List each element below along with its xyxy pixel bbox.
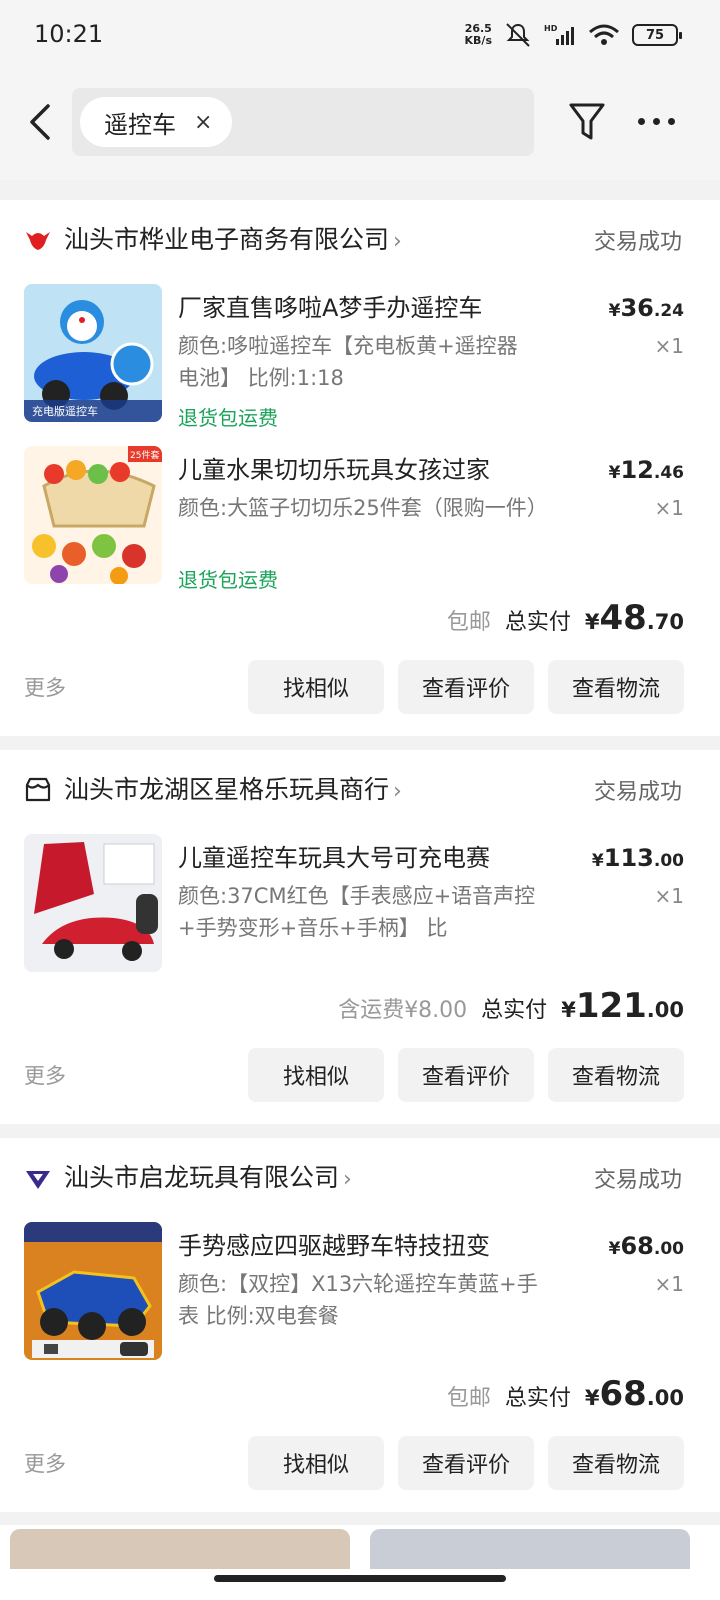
filter-icon[interactable] xyxy=(568,100,606,144)
mute-icon xyxy=(506,23,530,47)
total-amount: ¥68.00 xyxy=(584,1374,684,1414)
find-similar-button[interactable]: 找相似 xyxy=(248,1436,384,1490)
return-shipping-tag: 退货包运费 xyxy=(178,406,278,430)
chevron-right-icon: › xyxy=(393,779,402,804)
product-quantity: ×1 xyxy=(654,334,684,358)
product-spec: 颜色:【双控】X13六轮遥控车黄蓝+手表 比例:双电套餐 xyxy=(178,1272,538,1328)
chevron-right-icon: › xyxy=(393,229,402,254)
view-review-button[interactable]: 查看评价 xyxy=(398,1048,534,1102)
total-amount: ¥48.70 xyxy=(584,598,684,638)
shipping-info: 包邮 xyxy=(446,610,491,635)
product-spec: 颜色:哆啦遥控车【充电板黄+遥控器电池】 比例:1:18 xyxy=(178,334,518,390)
network-speed: 26.5 KB/s xyxy=(464,22,492,47)
product-price: ¥36.24 xyxy=(608,294,684,322)
order-item[interactable]: 25件套 儿童水果切切乐玩具女孩过家 颜色:大篮子切切乐25件套（限购一件） 退… xyxy=(0,446,720,596)
product-thumbnail[interactable]: 25件套 xyxy=(24,446,162,584)
order-status: 交易成功 xyxy=(593,780,682,805)
order-actions: 更多 找相似 查看评价 查看物流 xyxy=(0,1436,720,1492)
back-arrow-icon[interactable] xyxy=(26,102,56,142)
product-thumbnail[interactable]: 充电版遥控车 xyxy=(24,284,162,422)
more-link[interactable]: 更多 xyxy=(24,672,66,702)
svg-text:25件套: 25件套 xyxy=(130,449,159,461)
shop-name-link[interactable]: 汕头市桦业电子商务有限公司 › xyxy=(64,220,402,256)
order-card-header: 汕头市启龙玩具有限公司 › 交易成功 xyxy=(0,1138,720,1218)
product-price: ¥113.00 xyxy=(591,844,684,872)
find-similar-button[interactable]: 找相似 xyxy=(248,660,384,714)
clear-keyword-icon[interactable]: × xyxy=(194,110,212,135)
more-link[interactable]: 更多 xyxy=(24,1448,66,1478)
order-actions: 更多 找相似 查看评价 查看物流 xyxy=(0,660,720,716)
product-title[interactable]: 儿童水果切切乐玩具女孩过家 xyxy=(178,450,578,485)
wifi-icon xyxy=(589,24,619,45)
search-keyword: 遥控车 xyxy=(104,110,176,139)
shop-bull-logo-icon xyxy=(26,232,50,250)
order-total-row: 含运费¥8.00 总实付 ¥121.00 xyxy=(338,986,684,1026)
product-title[interactable]: 手势感应四驱越野车特技扭变 xyxy=(178,1226,578,1261)
return-shipping-tag: 退货包运费 xyxy=(178,568,278,592)
total-label: 总实付 xyxy=(481,998,548,1023)
product-spec: 颜色:大篮子切切乐25件套（限购一件） xyxy=(178,496,548,520)
view-logistics-button[interactable]: 查看物流 xyxy=(548,1048,684,1102)
product-quantity: ×1 xyxy=(654,496,684,520)
battery-indicator: 75 xyxy=(632,24,682,46)
product-price: ¥12.46 xyxy=(608,456,684,484)
status-icons: 26.5 KB/s HD 75 xyxy=(464,22,682,48)
view-review-button[interactable]: 查看评价 xyxy=(398,660,534,714)
order-total-row: 包邮 总实付 ¥48.70 xyxy=(447,598,684,638)
order-card-header: 汕头市桦业电子商务有限公司 › 交易成功 xyxy=(0,200,720,280)
order-item[interactable]: 手势感应四驱越野车特技扭变 颜色:【双控】X13六轮遥控车黄蓝+手表 比例:双电… xyxy=(0,1222,720,1372)
shop-name-link[interactable]: 汕头市龙湖区星格乐玩具商行 › xyxy=(64,770,402,806)
view-logistics-button[interactable]: 查看物流 xyxy=(548,1436,684,1490)
svg-text:充电版遥控车: 充电版遥控车 xyxy=(32,404,98,418)
total-amount: ¥121.00 xyxy=(561,986,684,1026)
svg-text:HD: HD xyxy=(544,24,558,33)
order-item[interactable]: 儿童遥控车玩具大号可充电赛 颜色:37CM红色【手表感应+语音声控+手势变形+音… xyxy=(0,834,720,984)
signal-hd-icon: HD xyxy=(544,24,574,45)
view-review-button[interactable]: 查看评价 xyxy=(398,1436,534,1490)
order-item[interactable]: 充电版遥控车 厂家直售哆啦A梦手办遥控车 颜色:哆啦遥控车【充电板黄+遥控器电池… xyxy=(0,284,720,434)
search-keyword-chip[interactable]: 遥控车 × xyxy=(80,97,233,147)
product-thumbnail xyxy=(370,1529,690,1569)
product-spec: 颜色:37CM红色【手表感应+语音声控+手势变形+音乐+手柄】 比 xyxy=(178,884,536,940)
shipping-info: 包邮 xyxy=(446,1386,491,1411)
product-price: ¥68.00 xyxy=(608,1232,684,1260)
store-icon xyxy=(25,777,51,802)
order-status: 交易成功 xyxy=(593,1168,682,1193)
status-bar: 10:21 26.5 KB/s HD 75 xyxy=(0,0,720,70)
order-card[interactable]: 汕头市启龙玩具有限公司 › 交易成功 手势感应四驱越野车特技扭变 颜色:【双控】X… xyxy=(0,1138,720,1512)
shop-diamond-logo-icon xyxy=(26,1171,50,1189)
product-title[interactable]: 厂家直售哆啦A梦手办遥控车 xyxy=(178,288,578,323)
product-thumbnail[interactable] xyxy=(24,1222,162,1360)
home-indicator[interactable] xyxy=(214,1575,506,1582)
find-similar-button[interactable]: 找相似 xyxy=(248,1048,384,1102)
product-thumbnail[interactable] xyxy=(24,834,162,972)
more-dots-icon[interactable] xyxy=(638,118,675,125)
shop-name-link[interactable]: 汕头市启龙玩具有限公司 › xyxy=(64,1158,352,1194)
order-status: 交易成功 xyxy=(593,230,682,255)
order-card[interactable]: 汕头市桦业电子商务有限公司 › 交易成功 充电版遥控车 厂家直售哆啦A梦手办遥控车… xyxy=(0,200,720,736)
shipping-info: 含运费¥8.00 xyxy=(338,998,468,1023)
clock: 10:21 xyxy=(34,20,104,48)
product-quantity: ×1 xyxy=(654,884,684,908)
search-input[interactable]: 遥控车 × xyxy=(72,88,534,156)
order-card-header: 汕头市龙湖区星格乐玩具商行 › 交易成功 xyxy=(0,750,720,830)
chevron-right-icon: › xyxy=(343,1167,352,1192)
total-label: 总实付 xyxy=(504,1386,571,1411)
order-card[interactable]: 汕头市龙湖区星格乐玩具商行 › 交易成功 儿童遥控车玩具大号可充电赛 颜色:37C… xyxy=(0,750,720,1124)
more-link[interactable]: 更多 xyxy=(24,1060,66,1090)
order-actions: 更多 找相似 查看评价 查看物流 xyxy=(0,1048,720,1104)
product-thumbnail xyxy=(10,1529,350,1569)
product-title[interactable]: 儿童遥控车玩具大号可充电赛 xyxy=(178,838,578,873)
view-logistics-button[interactable]: 查看物流 xyxy=(548,660,684,714)
search-header: 遥控车 × xyxy=(0,70,720,180)
order-total-row: 包邮 总实付 ¥68.00 xyxy=(447,1374,684,1414)
next-order-card-peek xyxy=(0,1525,720,1600)
product-quantity: ×1 xyxy=(654,1272,684,1296)
total-label: 总实付 xyxy=(504,610,571,635)
